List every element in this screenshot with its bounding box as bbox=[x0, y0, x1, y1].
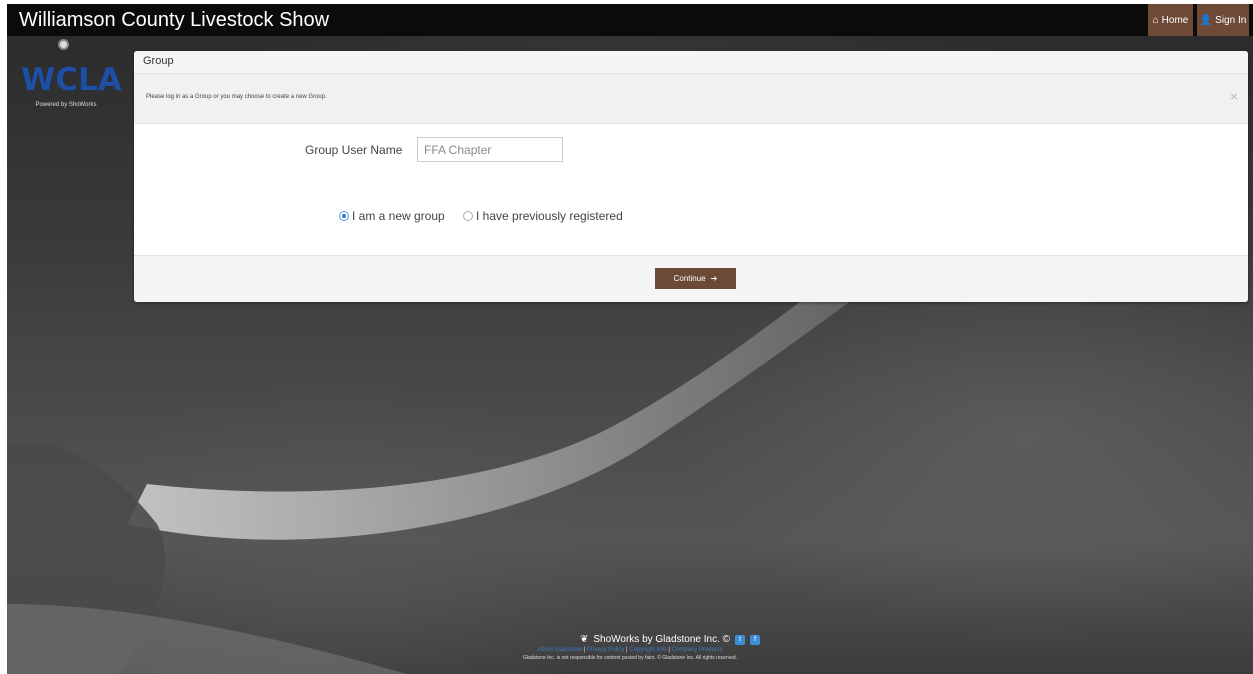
user-icon: 👤 bbox=[1199, 14, 1213, 26]
powered-by-text: Powered by ShoWorks bbox=[35, 102, 97, 108]
footer-link-copyright[interactable]: Copyright Info bbox=[629, 647, 666, 653]
panel-footer: Continue ➔ bbox=[134, 255, 1248, 302]
group-user-name-input[interactable] bbox=[417, 137, 563, 162]
home-button[interactable]: ⌂ Home bbox=[1148, 4, 1193, 36]
close-icon[interactable]: × bbox=[1230, 88, 1238, 104]
wcla-logo: WCLA Powered by ShoWorks bbox=[21, 62, 122, 108]
home-icon: ⌂ bbox=[1152, 14, 1159, 26]
footer-legal-text: Gladstone Inc. is not responsible for co… bbox=[522, 655, 738, 661]
page-background: Williamson County Livestock Show ⌂ Home … bbox=[7, 4, 1253, 674]
top-navbar: Williamson County Livestock Show ⌂ Home … bbox=[7, 4, 1253, 36]
sign-in-button[interactable]: 👤 Sign In bbox=[1197, 4, 1249, 36]
panel-title: Group bbox=[134, 51, 1248, 74]
new-group-radio[interactable] bbox=[339, 211, 349, 221]
page-footer: ❦ ShoWorks by Gladstone Inc. © t f About… bbox=[7, 634, 1253, 661]
logo-mark: WCLA bbox=[21, 62, 122, 98]
group-user-name-label: Group User Name bbox=[305, 143, 403, 157]
info-alert: Please log in as a Group or you may choo… bbox=[134, 74, 1248, 124]
footer-separator: | bbox=[668, 647, 670, 653]
arrow-right-icon: ➔ bbox=[710, 274, 718, 283]
previously-registered-label[interactable]: I have previously registered bbox=[476, 209, 623, 223]
footer-brand-line: ❦ ShoWorks by Gladstone Inc. © t f bbox=[87, 634, 1253, 645]
footer-link-privacy[interactable]: Privacy Policy bbox=[587, 647, 624, 653]
home-label: Home bbox=[1161, 14, 1189, 26]
footer-separator: | bbox=[583, 647, 586, 653]
continue-button[interactable]: Continue ➔ bbox=[655, 268, 736, 289]
footer-link-products[interactable]: Company Products bbox=[672, 647, 723, 653]
new-group-label[interactable]: I am a new group bbox=[352, 209, 445, 223]
footer-brand: ShoWorks by Gladstone Inc. © bbox=[593, 634, 731, 645]
site-title[interactable]: Williamson County Livestock Show bbox=[19, 8, 329, 32]
twitter-icon[interactable]: t bbox=[735, 634, 746, 645]
group-panel: Group Please log in as a Group or you ma… bbox=[134, 51, 1248, 302]
showorks-logo-icon: ❦ bbox=[579, 634, 589, 645]
footer-separator: | bbox=[626, 647, 628, 653]
footer-link-about[interactable]: About Gladstone bbox=[537, 647, 582, 653]
info-message: Please log in as a Group or you may choo… bbox=[146, 94, 327, 100]
sidebar-toggle-dot[interactable] bbox=[58, 39, 69, 50]
group-type-radio-group: I am a new group I have previously regis… bbox=[134, 209, 1248, 225]
previously-registered-radio[interactable] bbox=[463, 211, 473, 221]
facebook-icon[interactable]: f bbox=[750, 634, 761, 645]
continue-label: Continue bbox=[673, 274, 706, 283]
sign-in-label: Sign In bbox=[1215, 14, 1247, 26]
group-user-name-row: Group User Name bbox=[134, 137, 1248, 163]
footer-links: About Gladstone | Privacy Policy | Copyr… bbox=[7, 647, 1253, 653]
